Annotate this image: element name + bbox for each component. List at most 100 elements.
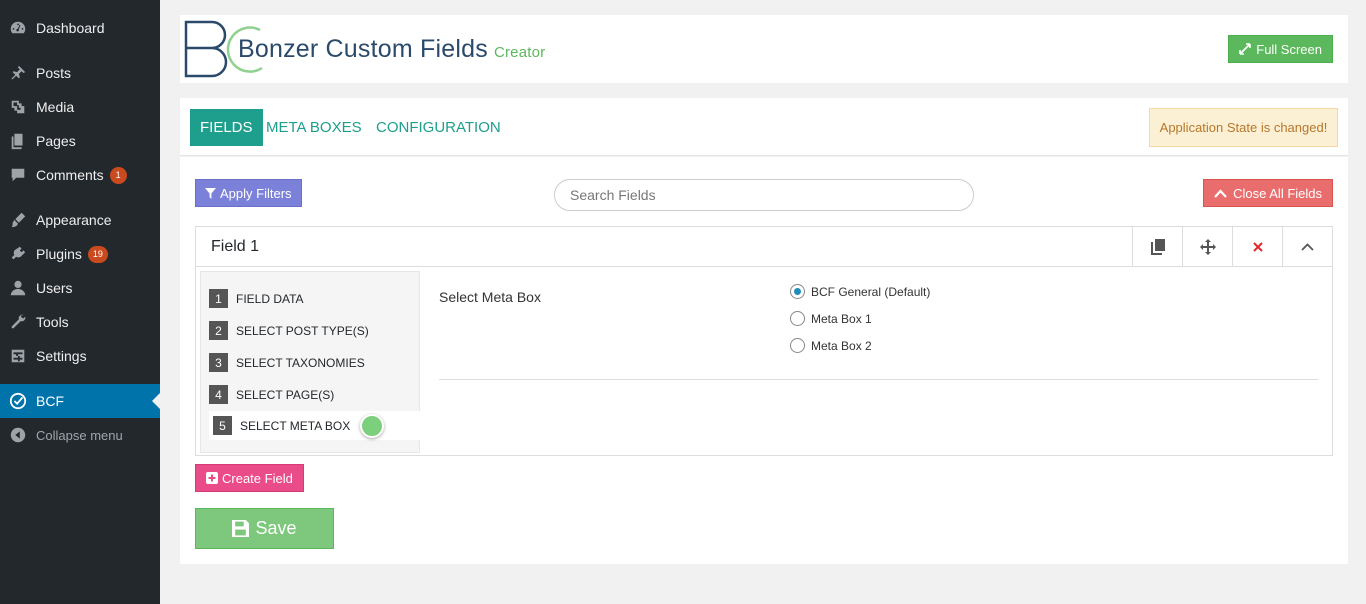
delete-field-button[interactable] [1232, 227, 1282, 267]
sidebar-item-plugins[interactable]: Plugins 19 [0, 237, 160, 271]
sidebar-item-label: Collapse menu [36, 427, 123, 443]
pages-icon [0, 132, 36, 150]
step-label: SELECT TAXONOMIES [236, 355, 365, 370]
sidebar-item-users[interactable]: Users [0, 271, 160, 305]
step-field-data[interactable]: 1 FIELD DATA [201, 284, 415, 313]
plugins-count-badge: 19 [87, 245, 108, 263]
search-fields-input[interactable] [554, 179, 974, 211]
step-select-post-types[interactable]: 2 SELECT POST TYPE(S) [201, 316, 415, 345]
sidebar-item-label: Posts [36, 65, 72, 81]
radio-meta-box-1[interactable]: Meta Box 1 [790, 311, 872, 326]
step-label: SELECT META BOX [240, 418, 351, 433]
field-card: Field 1 1 FIELD DATA 2 SELECT POST TYPE(… [195, 226, 1333, 456]
step-select-taxonomies[interactable]: 3 SELECT TAXONOMIES [201, 348, 415, 377]
tab-label: FIELDS [200, 119, 253, 136]
sidebar-item-appearance[interactable]: Appearance [0, 203, 160, 237]
sidebar-item-label: Pages [36, 133, 76, 149]
step-label: SELECT PAGE(S) [236, 387, 335, 402]
move-field-button[interactable] [1182, 227, 1232, 267]
plugin-icon [0, 245, 36, 263]
save-button[interactable]: Save [195, 508, 334, 549]
brush-icon [0, 211, 36, 229]
save-label: Save [255, 518, 297, 538]
tab-meta-boxes[interactable]: META BOXES [256, 109, 372, 146]
check-circle-icon [0, 392, 36, 410]
sidebar-item-label: Dashboard [36, 20, 105, 36]
settings-icon [0, 347, 36, 365]
sidebar-item-posts[interactable]: Posts [0, 56, 160, 90]
field-title: Field 1 [211, 238, 260, 255]
step-select-pages[interactable]: 4 SELECT PAGE(S) [201, 380, 415, 409]
radio-button[interactable] [790, 284, 805, 299]
sidebar-item-label: Plugins [36, 246, 82, 262]
radio-meta-box-2[interactable]: Meta Box 2 [790, 338, 872, 353]
sidebar-item-label: Comments [36, 167, 104, 183]
section-divider [439, 379, 1318, 380]
field-steps-nav: 1 FIELD DATA 2 SELECT POST TYPE(S) 3 SEL… [200, 271, 423, 453]
sidebar-item-media[interactable]: Media [0, 90, 160, 124]
wrench-icon [0, 313, 36, 331]
sidebar-item-label: Users [36, 280, 73, 296]
sidebar-item-label: BCF [36, 393, 64, 409]
plus-square-icon [206, 472, 218, 484]
user-icon [0, 279, 36, 297]
move-icon [1199, 239, 1216, 255]
radio-label: Meta Box 2 [811, 338, 872, 353]
radio-label: BCF General (Default) [811, 284, 931, 299]
sidebar-item-label: Appearance [36, 212, 112, 228]
sidebar-item-comments[interactable]: Comments 1 [0, 158, 160, 192]
radio-button[interactable] [790, 311, 805, 326]
sidebar-item-bcf[interactable]: BCF [0, 384, 160, 418]
active-step-indicator [360, 413, 385, 438]
sidebar-item-settings[interactable]: Settings [0, 339, 160, 373]
close-all-fields-button[interactable]: Close All Fields [1203, 179, 1333, 207]
close-icon [1252, 242, 1263, 252]
apply-filters-label: Apply Filters [220, 185, 292, 201]
tabs-bar: FIELDS META BOXES CONFIGURATION Applicat… [180, 98, 1348, 156]
sidebar-item-pages[interactable]: Pages [0, 124, 160, 158]
sidebar-item-dashboard[interactable]: Dashboard [0, 11, 160, 45]
pin-icon [0, 64, 36, 82]
step-number: 5 [213, 416, 232, 435]
comments-count-badge: 1 [109, 166, 127, 184]
create-field-label: Create Field [222, 470, 293, 486]
create-field-button[interactable]: Create Field [195, 464, 304, 492]
tab-configuration[interactable]: CONFIGURATION [366, 109, 511, 146]
tab-label: CONFIGURATION [376, 119, 501, 136]
radio-label: Meta Box 1 [811, 311, 872, 326]
plugin-header: Bonzer Custom Fields Creator Full Screen [180, 15, 1348, 83]
step-select-meta-box[interactable]: 5 SELECT META BOX [209, 411, 423, 440]
step-label: FIELD DATA [236, 291, 304, 306]
chevron-up-icon [1214, 188, 1227, 198]
select-meta-box-label: Select Meta Box [439, 289, 541, 305]
state-changed-alert: Application State is changed! [1149, 108, 1338, 147]
close-all-fields-label: Close All Fields [1233, 185, 1322, 201]
collapse-field-button[interactable] [1282, 227, 1332, 267]
filter-icon [205, 187, 216, 199]
copy-icon [1150, 239, 1165, 255]
save-icon [232, 520, 250, 537]
field-card-header: Field 1 [196, 227, 1332, 267]
full-screen-button[interactable]: Full Screen [1228, 35, 1333, 63]
sidebar-item-label: Media [36, 99, 75, 115]
step-number: 2 [209, 321, 228, 340]
sidebar-item-label: Tools [36, 314, 69, 330]
sidebar-item-tools[interactable]: Tools [0, 305, 160, 339]
step-number: 1 [209, 289, 228, 308]
sidebar-item-label: Settings [36, 348, 87, 364]
tab-label: META BOXES [266, 119, 362, 136]
comment-icon [0, 166, 36, 184]
dashboard-icon [0, 19, 36, 37]
expand-icon [1239, 43, 1252, 55]
collapse-menu-button[interactable]: Collapse menu [0, 418, 160, 452]
radio-button[interactable] [790, 338, 805, 353]
tab-fields[interactable]: FIELDS [190, 109, 263, 146]
apply-filters-button[interactable]: Apply Filters [195, 179, 302, 207]
full-screen-label: Full Screen [1256, 41, 1322, 57]
alert-text: Application State is changed! [1159, 120, 1328, 135]
step-number: 4 [209, 385, 228, 404]
radio-bcf-general[interactable]: BCF General (Default) [790, 284, 930, 299]
duplicate-field-button[interactable] [1132, 227, 1182, 267]
media-icon [0, 98, 36, 116]
plugin-title: Bonzer Custom Fields Creator [238, 35, 545, 64]
